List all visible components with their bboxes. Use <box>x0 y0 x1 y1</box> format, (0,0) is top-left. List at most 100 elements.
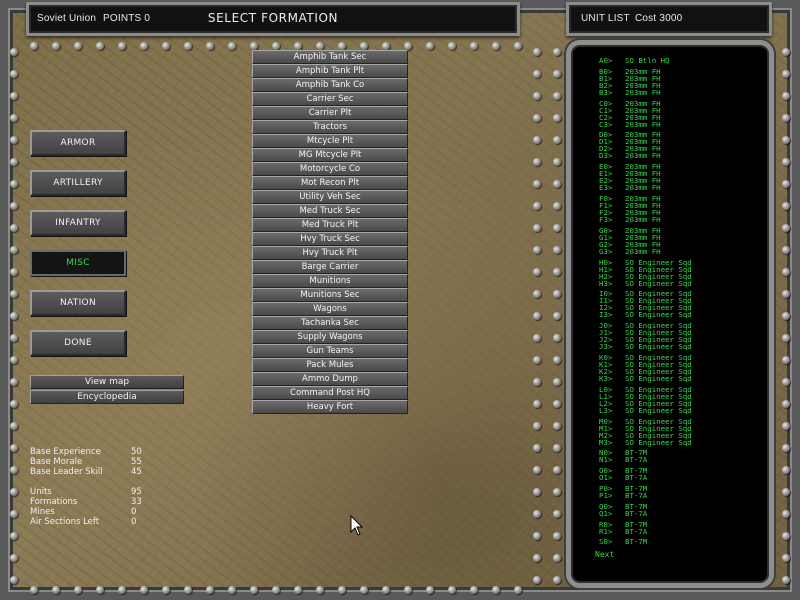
unit-list-item[interactable]: J3> SO Engineer Sqd <box>599 343 769 350</box>
unit-code: O1> <box>599 473 613 483</box>
unit-list-item[interactable]: R1> BT-7A <box>599 527 769 534</box>
formation-button[interactable]: Motorcycle Co <box>252 162 408 176</box>
unit-list-item[interactable]: I3> SO Engineer Sqd <box>599 311 769 318</box>
formation-button[interactable]: Hvy Truck Sec <box>252 232 408 246</box>
rivet <box>360 586 368 594</box>
rivet <box>140 42 148 50</box>
formation-button[interactable]: Ammo Dump <box>252 372 408 386</box>
unit-list-item[interactable]: A0> SO Btln HQ <box>599 57 769 64</box>
unit-list-panel: A0> SO Btln HQ B0> 203mm FH B1> 203mm FH B2> 20… <box>566 40 774 588</box>
rivet <box>553 48 561 56</box>
unit-list-item[interactable]: E3> 203mm FH <box>599 184 769 191</box>
rivet <box>533 378 541 386</box>
air-sections-label: Air Sections Left <box>30 517 100 527</box>
rivet <box>533 114 541 122</box>
units-value: 95 <box>131 487 142 497</box>
formation-button[interactable]: Med Truck Plt <box>252 218 408 232</box>
rivet <box>10 532 18 540</box>
view-map-button[interactable]: View map <box>30 375 184 389</box>
rivet <box>782 224 790 232</box>
formation-button[interactable]: Carrier Sec <box>252 92 408 106</box>
mouse-cursor-icon <box>350 515 364 536</box>
formation-button[interactable]: Mtcycle Plt <box>252 134 408 148</box>
rivet <box>294 42 302 50</box>
formation-button[interactable]: Munitions <box>252 274 408 288</box>
mines-value: 0 <box>131 507 137 517</box>
unit-list-item[interactable]: O1> BT-7A <box>599 474 769 481</box>
unit-list-item[interactable]: M3> SO Engineer Sqd <box>599 438 769 445</box>
formation-button[interactable]: Munitions Sec <box>252 288 408 302</box>
rivet <box>10 334 18 342</box>
unit-list-item[interactable]: L3> SO Engineer Sqd <box>599 407 769 414</box>
cost-label: Cost 3000 <box>635 13 683 24</box>
unit-list-item[interactable]: Q1> BT-7A <box>599 510 769 517</box>
base-leader-label: Base Leader Skill <box>30 467 103 477</box>
formation-button[interactable]: Heavy Fort <box>252 400 408 414</box>
unit-list-item[interactable]: C3> 203mm FH <box>599 120 769 127</box>
unit-list-item[interactable]: G3> 203mm FH <box>599 248 769 255</box>
formation-button[interactable]: Pack Mules <box>252 358 408 372</box>
rivet <box>553 136 561 144</box>
rivet <box>553 334 561 342</box>
rivet <box>533 48 541 56</box>
rivet <box>533 202 541 210</box>
formation-button[interactable]: Amphib Tank Plt <box>252 64 408 78</box>
unit-name: SO Engineer Sqd <box>625 278 692 288</box>
rivet <box>553 70 561 78</box>
formation-button[interactable]: Gun Teams <box>252 344 408 358</box>
rivet <box>10 114 18 122</box>
rivet <box>294 586 302 594</box>
unit-code: K3> <box>599 373 613 383</box>
unit-list-item[interactable]: H3> SO Engineer Sqd <box>599 278 769 288</box>
unit-list-item[interactable]: P1> BT-7A <box>599 492 769 499</box>
unit-name: 203mm FH <box>625 183 661 193</box>
artillery-button[interactable]: ARTILLERY <box>30 170 126 196</box>
rivet <box>338 42 346 50</box>
infantry-button[interactable]: INFANTRY <box>30 210 126 236</box>
formation-button[interactable]: Mot Recon Plt <box>252 176 408 190</box>
formation-button[interactable]: Med Truck Sec <box>252 204 408 218</box>
misc-button[interactable]: MISC <box>30 250 126 276</box>
unit-list-item[interactable]: K3> SO Engineer Sqd <box>599 375 769 382</box>
rivet <box>470 42 478 50</box>
base-experience-value: 50 <box>131 447 142 457</box>
formation-button[interactable]: Wagons <box>252 302 408 316</box>
unit-list-item[interactable]: N1> BT-7A <box>599 456 769 463</box>
stat-row: Units 95 <box>30 487 190 497</box>
rivet <box>533 444 541 452</box>
rivet <box>250 586 258 594</box>
formation-button[interactable]: Tractors <box>252 120 408 134</box>
formation-button[interactable]: Amphib Tank Sec <box>252 50 408 64</box>
unit-name: BT-7A <box>625 490 648 500</box>
rivet <box>553 400 561 408</box>
formation-button[interactable]: Hvy Truck Plt <box>252 246 408 260</box>
formation-button[interactable]: Command Post HQ <box>252 386 408 400</box>
formation-button[interactable]: Barge Carrier <box>252 260 408 274</box>
formation-button[interactable]: Tachanka Sec <box>252 316 408 330</box>
unit-code: B3> <box>599 87 613 97</box>
formation-button[interactable]: MG Mtcycle Plt <box>252 148 408 162</box>
formation-button[interactable]: Amphib Tank Co <box>252 78 408 92</box>
rivet <box>10 180 18 188</box>
rivet <box>553 532 561 540</box>
next-button[interactable]: Next <box>595 550 614 559</box>
unit-list-item[interactable]: D3> 203mm FH <box>599 152 769 159</box>
rivet <box>533 136 541 144</box>
formation-button[interactable]: Supply Wagons <box>252 330 408 344</box>
rivet <box>782 422 790 430</box>
unit-list-item[interactable]: B3> 203mm FH <box>599 89 769 96</box>
armor-button[interactable]: ARMOR <box>30 130 126 156</box>
rivet <box>782 334 790 342</box>
rivet <box>533 532 541 540</box>
formation-button[interactable]: Carrier Plt <box>252 106 408 120</box>
nation-button[interactable]: NATION <box>30 290 126 316</box>
rivet <box>492 42 500 50</box>
formation-button[interactable]: Utility Veh Sec <box>252 190 408 204</box>
rivet <box>316 586 324 594</box>
rivet <box>74 586 82 594</box>
done-button[interactable]: DONE <box>30 330 126 356</box>
units-label: Units <box>30 487 52 497</box>
encyclopedia-button[interactable]: Encyclopedia <box>30 390 184 404</box>
unit-list-item[interactable]: S0> BT-7M <box>599 538 769 545</box>
unit-list-item[interactable]: F3> 203mm FH <box>599 216 769 223</box>
